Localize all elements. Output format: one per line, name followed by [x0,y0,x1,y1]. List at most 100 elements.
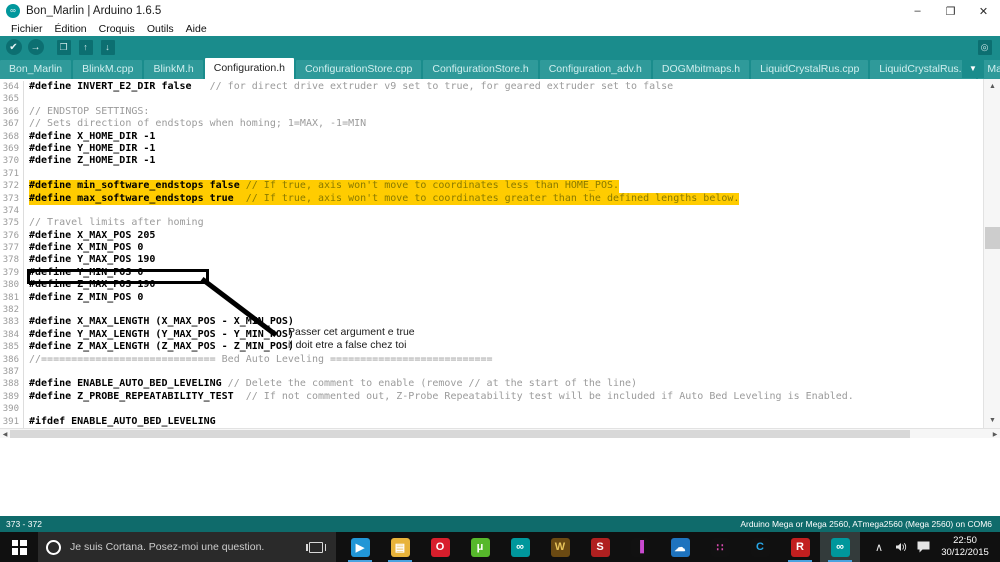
taskbar-app-sketchup[interactable]: ☁ [660,532,700,562]
code-line[interactable]: 382 [0,304,982,317]
taskbar-app-opera-browser[interactable]: O [420,532,460,562]
code-lines[interactable]: 364 #define INVERT_E2_DIR false // for di… [0,79,982,428]
vertical-scroll-thumb[interactable] [985,227,1000,249]
code-line[interactable]: 377 #define X_MIN_POS 0 [0,242,982,255]
code-text[interactable]: #define Z_MAX_POS 190 [29,279,155,291]
scroll-up-icon[interactable]: ▲ [984,79,1000,94]
code-text[interactable]: #define Y_MAX_LENGTH (Y_MAX_POS - Y_MIN_… [29,329,294,341]
code-line[interactable]: 388 #define ENABLE_AUTO_BED_LEVELING // D… [0,378,982,391]
code-line[interactable]: 390 [0,403,982,416]
code-text[interactable]: #define X_MAX_LENGTH (X_MAX_POS - X_MIN_… [29,316,294,328]
scroll-right-icon[interactable]: ▶ [990,429,1000,438]
code-text[interactable]: #ifdef ENABLE_AUTO_BED_LEVELING [29,416,216,428]
code-text[interactable]: // ENDSTOP SETTINGS: [29,106,149,118]
action-center-icon[interactable] [912,532,934,562]
upload-button[interactable]: → [26,38,45,57]
code-text[interactable]: #define Z_HOME_DIR -1 [29,155,155,167]
code-text[interactable]: #define Z_MIN_POS 0 [29,292,143,304]
code-text[interactable]: #define Z_PROBE_REPEATABILITY_TEST // If… [29,391,854,403]
tab-blinkm-cpp[interactable]: BlinkM.cpp [73,60,143,79]
close-button[interactable]: ✕ [967,0,1000,22]
taskbar-app-utorrent[interactable]: μ [460,532,500,562]
taskbar-app-arduino-ide-active[interactable]: ∞ [820,532,860,562]
scroll-down-icon[interactable]: ▼ [984,413,1000,428]
tray-chevron-up-icon[interactable]: ∧ [868,532,890,562]
code-line[interactable]: 364 #define INVERT_E2_DIR false // for di… [0,81,982,94]
code-text[interactable]: #define ENABLE_AUTO_BED_LEVELING // Dele… [29,378,637,390]
menu-fichier[interactable]: Fichier [5,22,49,36]
code-text[interactable]: #define min_software_endstops false // I… [29,180,620,193]
code-text[interactable]: #define INVERT_E2_DIR false // for direc… [29,81,673,93]
taskbar-app-r-app[interactable]: R [780,532,820,562]
minimize-button[interactable]: – [901,0,934,22]
code-text[interactable]: #define Y_HOME_DIR -1 [29,143,155,155]
new-sketch-button[interactable]: ❐ [54,38,73,57]
code-text[interactable]: #define Y_MAX_POS 190 [29,254,155,266]
save-sketch-button[interactable]: ↓ [98,38,117,57]
code-line[interactable]: 387 [0,365,982,379]
tab-configuration-h[interactable]: Configuration.h [204,58,294,79]
code-line[interactable]: 368 #define X_HOME_DIR -1 [0,130,982,143]
start-button[interactable] [0,532,38,562]
code-line[interactable]: 366 // ENDSTOP SETTINGS: [0,105,982,119]
code-text[interactable]: // Sets direction of endstops when homin… [29,118,366,130]
code-line[interactable]: 374 [0,204,982,218]
verify-button[interactable]: ✔ [4,38,23,57]
code-line[interactable]: 389 #define Z_PROBE_REPEATABILITY_TEST //… [0,390,982,404]
taskbar-app-cura-slicer[interactable]: C [740,532,780,562]
code-line[interactable]: 383 #define X_MAX_LENGTH (X_MAX_POS - X_M… [0,316,982,329]
code-line[interactable]: 372 #define min_software_endstops false /… [0,180,982,193]
taskbar-app-file-explorer[interactable]: ▤ [380,532,420,562]
open-sketch-button[interactable]: ↑ [76,38,95,57]
tab-blinkm-h[interactable]: BlinkM.h [144,60,203,79]
tab-liquidcrystalrus-cpp[interactable]: LiquidCrystalRus.cpp [751,60,869,79]
taskbar-app-world-of-warcraft[interactable]: W [540,532,580,562]
horizontal-scroll-thumb[interactable] [10,430,910,438]
code-line[interactable]: 367 // Sets direction of endstops when ho… [0,118,982,131]
tab-configurationstore-cpp[interactable]: ConfigurationStore.cpp [295,60,422,79]
scroll-left-icon[interactable]: ◀ [0,429,10,438]
code-text[interactable]: #define X_HOME_DIR -1 [29,131,155,143]
tab-configuration-adv-h[interactable]: Configuration_adv.h [539,60,651,79]
taskbar-clock[interactable]: 22:50 30/12/2015 [934,532,996,562]
code-line[interactable]: 385 #define Z_MAX_LENGTH (Z_MAX_POS - Z_M… [0,341,982,354]
tab-liquidcrystalrus-h[interactable]: LiquidCrystalRus.h [870,60,977,79]
taskbar-app-media-player[interactable]: ▶ [340,532,380,562]
code-line[interactable]: 376 #define X_MAX_POS 205 [0,229,982,243]
code-line[interactable]: 379 #define Y_MIN_POS 0 [0,266,982,280]
code-line[interactable]: 375 // Travel limits after homing [0,217,982,230]
code-line[interactable]: 373 #define max_software_endstops true //… [0,192,982,205]
tab-dogmbitmaps-h[interactable]: DOGMbitmaps.h [652,60,750,79]
code-line[interactable]: 386 //============================= Bed A… [0,353,982,366]
volume-icon[interactable] [890,532,912,562]
task-view-button[interactable] [296,532,336,562]
code-text[interactable]: #define Z_MAX_LENGTH (Z_MAX_POS - Z_MIN_… [29,341,294,353]
code-line[interactable]: 371 [0,167,982,181]
taskbar-app-audio-equalizer[interactable]: ▐ [620,532,660,562]
code-text[interactable]: #define Y_MIN_POS 0 [29,267,143,279]
editor-vertical-scrollbar[interactable]: ▲ ▼ [983,79,1000,428]
taskbar-app-simsw-2016[interactable]: S [580,532,620,562]
code-text[interactable]: //============================= Bed Auto… [29,354,493,366]
code-line[interactable]: 384 #define Y_MAX_LENGTH (Y_MAX_POS - Y_M… [0,328,982,342]
code-line[interactable]: 370 #define Z_HOME_DIR -1 [0,155,982,168]
code-text[interactable]: // Travel limits after homing [29,217,204,229]
code-line[interactable]: 365 [0,93,982,106]
tab-overflow-chevron-icon[interactable]: ▼ [962,59,984,78]
tab-bon-marlin[interactable]: Bon_Marlin [0,60,72,79]
menu-outils[interactable]: Outils [141,22,180,36]
cortana-search-box[interactable]: Je suis Cortana. Posez-moi une question. [38,532,296,562]
tab-configurationstore-h[interactable]: ConfigurationStore.h [423,60,538,79]
taskbar-app-arduino-ide[interactable]: ∞ [500,532,540,562]
code-editor[interactable]: 364 #define INVERT_E2_DIR false // for di… [0,79,1000,438]
code-line[interactable]: 369 #define Y_HOME_DIR -1 [0,142,982,156]
code-line[interactable]: 380 #define Z_MAX_POS 190 [0,279,982,292]
code-text[interactable]: #define max_software_endstops true // If… [29,192,740,205]
menu-edition[interactable]: Édition [49,22,93,36]
menu-aide[interactable]: Aide [180,22,213,36]
code-text[interactable]: #define X_MAX_POS 205 [29,230,155,242]
code-line[interactable]: 391 #ifdef ENABLE_AUTO_BED_LEVELING [0,415,982,428]
code-text[interactable]: #define X_MIN_POS 0 [29,242,143,254]
restore-button[interactable]: ❐ [934,0,967,22]
serial-monitor-button[interactable]: ◎ [975,38,994,57]
